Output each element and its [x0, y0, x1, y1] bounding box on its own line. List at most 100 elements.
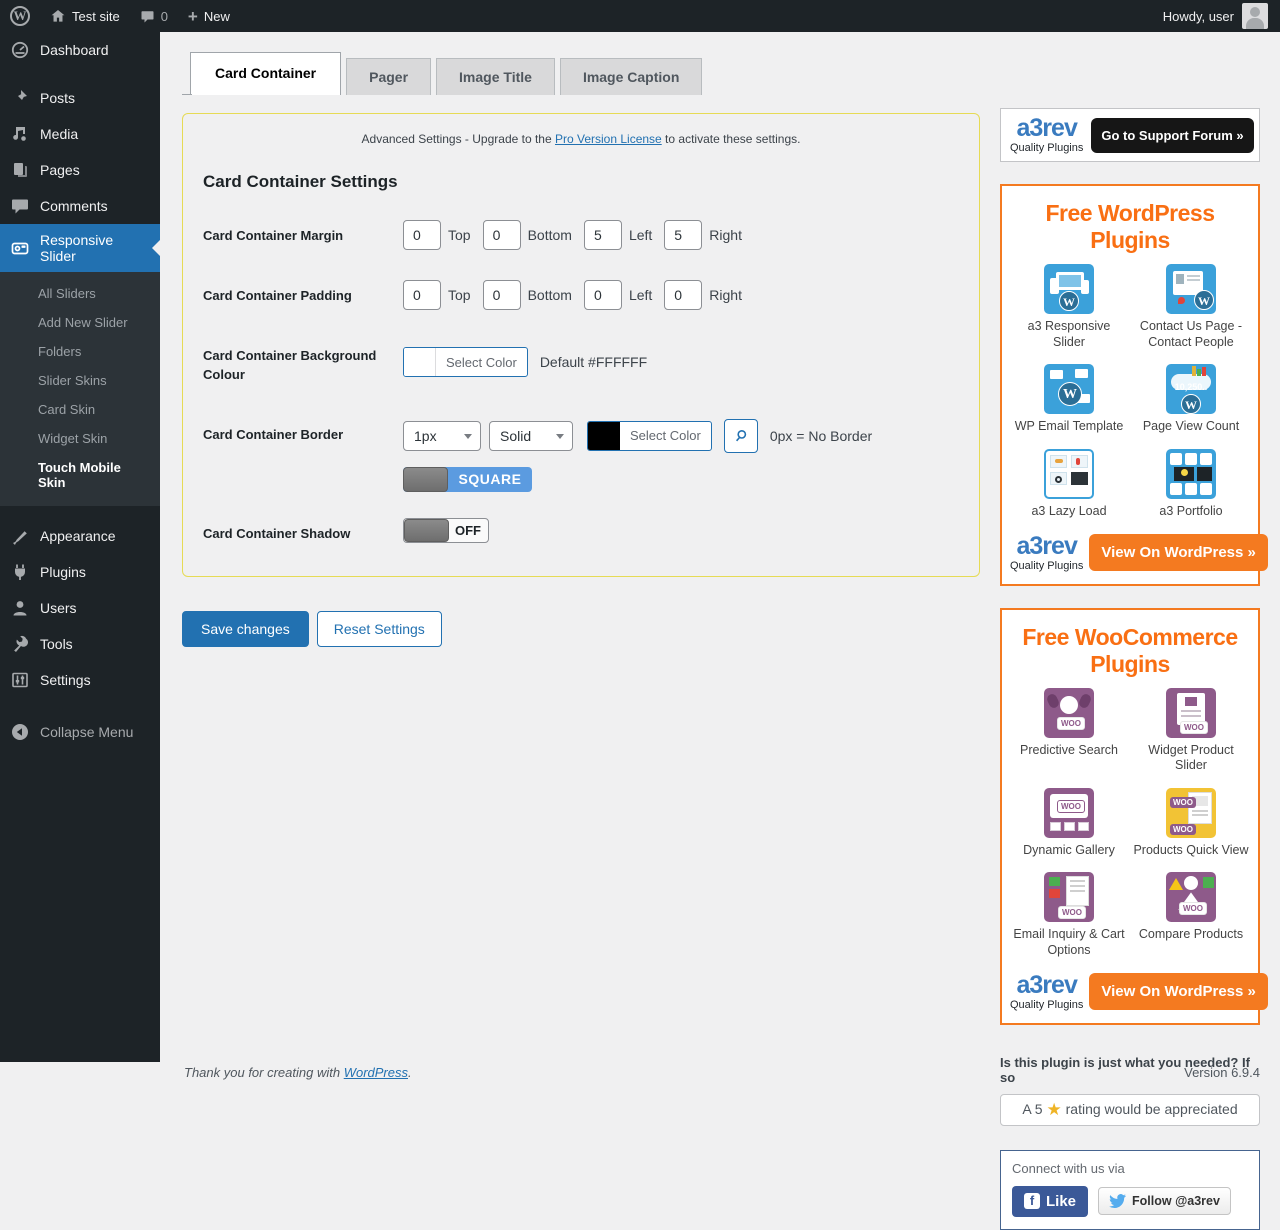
comments-icon [10, 196, 30, 216]
margin-right-input[interactable] [664, 220, 702, 250]
sidebar-item-label: Pages [40, 162, 80, 178]
plugin-email-inquiry-cart-options[interactable]: WOO Email Inquiry & Cart Options [1010, 872, 1128, 958]
shadow-row: Card Container Shadow OFF [203, 518, 959, 544]
appearance-icon [10, 526, 30, 546]
collapse-menu-button[interactable]: Collapse Menu [0, 714, 160, 750]
padding-row: Card Container Padding Top Bottom Left R… [203, 280, 959, 310]
sidebar-item-label: Appearance [40, 528, 116, 544]
plugin-a3-lazy-load[interactable]: a3 Lazy Load [1010, 449, 1128, 520]
margin-bottom-input[interactable] [483, 220, 521, 250]
rating-link[interactable]: A 5 ★ rating would be appreciated [1000, 1094, 1260, 1126]
connect-box: Connect with us via f Like Follow @a3rev [1000, 1150, 1260, 1230]
plugin-dynamic-gallery[interactable]: WOO Dynamic Gallery [1010, 788, 1128, 859]
plugin-products-quick-view[interactable]: WOO WOO Products Quick View [1132, 788, 1250, 859]
margin-left-input[interactable] [584, 220, 622, 250]
background-select-color-button[interactable]: Select Color [403, 347, 528, 377]
rating-prefix: A 5 [1022, 1101, 1042, 1117]
margin-top-input[interactable] [403, 220, 441, 250]
padding-right-suffix: Right [709, 287, 742, 303]
padding-left-input[interactable] [584, 280, 622, 310]
submenu-card-skin[interactable]: Card Skin [0, 395, 160, 424]
padding-top-input[interactable] [403, 280, 441, 310]
border-preview-button[interactable] [724, 419, 758, 453]
sidebar-item-label: Tools [40, 636, 73, 652]
users-icon [10, 598, 30, 618]
email-inquiry-cart-options-icon: WOO [1044, 872, 1094, 922]
free-woocommerce-plugins-box: Free WooCommerce Plugins WOO Predictive … [1000, 608, 1260, 1025]
save-changes-button[interactable]: Save changes [182, 611, 309, 647]
margin-left-suffix: Left [629, 227, 652, 243]
sidebar-item-settings[interactable]: Settings [0, 662, 160, 698]
tab-pager[interactable]: Pager [346, 58, 431, 95]
widget-product-slider-icon: WOO [1166, 688, 1216, 738]
twitter-follow-button[interactable]: Follow @a3rev [1098, 1187, 1231, 1215]
submenu-widget-skin[interactable]: Widget Skin [0, 424, 160, 453]
collapse-menu-label: Collapse Menu [40, 724, 133, 740]
howdy-text[interactable]: Howdy, user [1163, 9, 1234, 24]
plugin-a3-responsive-slider[interactable]: W a3 Responsive Slider [1010, 264, 1128, 350]
background-default-text: Default #FFFFFF [540, 354, 647, 370]
sidebar-item-users[interactable]: Users [0, 590, 160, 626]
comments-bubble[interactable]: 0 [130, 0, 178, 32]
new-content-menu[interactable]: + New [178, 0, 240, 32]
view-on-wordpress-button[interactable]: View On WordPress » [1089, 534, 1268, 571]
a3rev-logo-title: a3rev [1010, 116, 1083, 141]
site-name: Test site [72, 9, 120, 24]
support-forum-button[interactable]: Go to Support Forum » [1091, 118, 1253, 153]
plugin-compare-products[interactable]: WOO Compare Products [1132, 872, 1250, 958]
responsive-slider-submenu: All Sliders Add New Slider Folders Slide… [0, 272, 160, 506]
sidebar-item-pages[interactable]: Pages [0, 152, 160, 188]
a3rev-logo: a3rev Quality Plugins [1010, 534, 1083, 572]
user-avatar[interactable] [1242, 3, 1268, 29]
visit-site-link[interactable]: Test site [40, 0, 130, 32]
twitter-bird-icon [1109, 1194, 1126, 1208]
padding-right-input[interactable] [664, 280, 702, 310]
sidebar-item-responsive-slider[interactable]: Responsive Slider [0, 224, 160, 272]
sidebar-item-comments[interactable]: Comments [0, 188, 160, 224]
sidebar-item-dashboard[interactable]: Dashboard [0, 32, 160, 68]
border-style-select[interactable]: Solid [489, 421, 573, 451]
select-color-label: Select Color [436, 348, 527, 376]
sidebar-item-posts[interactable]: Posts [0, 80, 160, 116]
sidebar-item-appearance[interactable]: Appearance [0, 518, 160, 554]
plugin-widget-product-slider[interactable]: WOO Widget Product Slider [1132, 688, 1250, 774]
pro-version-license-link[interactable]: Pro Version License [555, 132, 662, 146]
border-width-select[interactable]: 1px [403, 421, 481, 451]
reset-settings-button[interactable]: Reset Settings [317, 611, 442, 647]
shadow-toggle[interactable]: OFF [403, 518, 489, 543]
settings-icon [10, 670, 30, 690]
shadow-label: Card Container Shadow [203, 518, 403, 544]
submenu-touch-mobile-skin[interactable]: Touch Mobile Skin [0, 453, 160, 497]
plugin-contact-us-page[interactable]: W Contact Us Page - Contact People [1132, 264, 1250, 350]
plugin-a3-portfolio[interactable]: a3 Portfolio [1132, 449, 1250, 520]
submenu-slider-skins[interactable]: Slider Skins [0, 366, 160, 395]
a3-responsive-slider-icon: W [1044, 264, 1094, 314]
border-style-value: Solid [500, 428, 531, 444]
wp-logo-menu[interactable]: W [0, 0, 40, 32]
submenu-add-new-slider[interactable]: Add New Slider [0, 308, 160, 337]
facebook-like-label: Like [1046, 1193, 1076, 1210]
star-icon: ★ [1046, 1100, 1061, 1119]
wordpress-link[interactable]: WordPress [344, 1065, 408, 1080]
submenu-all-sliders[interactable]: All Sliders [0, 279, 160, 308]
sidebar-item-label: Responsive Slider [40, 232, 152, 264]
plugin-wp-email-template[interactable]: W WP Email Template [1010, 364, 1128, 435]
plugin-predictive-search[interactable]: WOO Predictive Search [1010, 688, 1128, 774]
tab-image-title[interactable]: Image Title [436, 58, 555, 95]
a3-lazy-load-icon [1044, 449, 1094, 499]
slider-camera-icon [10, 238, 30, 258]
sidebar-item-tools[interactable]: Tools [0, 626, 160, 662]
sidebar-item-media[interactable]: Media [0, 116, 160, 152]
facebook-like-button[interactable]: f Like [1012, 1186, 1088, 1217]
view-on-wordpress-button[interactable]: View On WordPress » [1089, 973, 1268, 1010]
tab-image-caption[interactable]: Image Caption [560, 58, 702, 95]
border-corner-toggle[interactable]: SQUARE [403, 467, 532, 492]
sidebar-item-plugins[interactable]: Plugins [0, 554, 160, 590]
submenu-folders[interactable]: Folders [0, 337, 160, 366]
support-forum-box: a3rev Quality Plugins Go to Support Foru… [1000, 108, 1260, 162]
tab-card-container[interactable]: Card Container [190, 52, 341, 95]
plugin-page-view-count[interactable]: 10,250.. W Page View Count [1132, 364, 1250, 435]
free-wordpress-plugins-box: Free WordPress Plugins W a3 Responsive S… [1000, 184, 1260, 586]
padding-bottom-input[interactable] [483, 280, 521, 310]
border-select-color-button[interactable]: Select Color [587, 421, 712, 451]
